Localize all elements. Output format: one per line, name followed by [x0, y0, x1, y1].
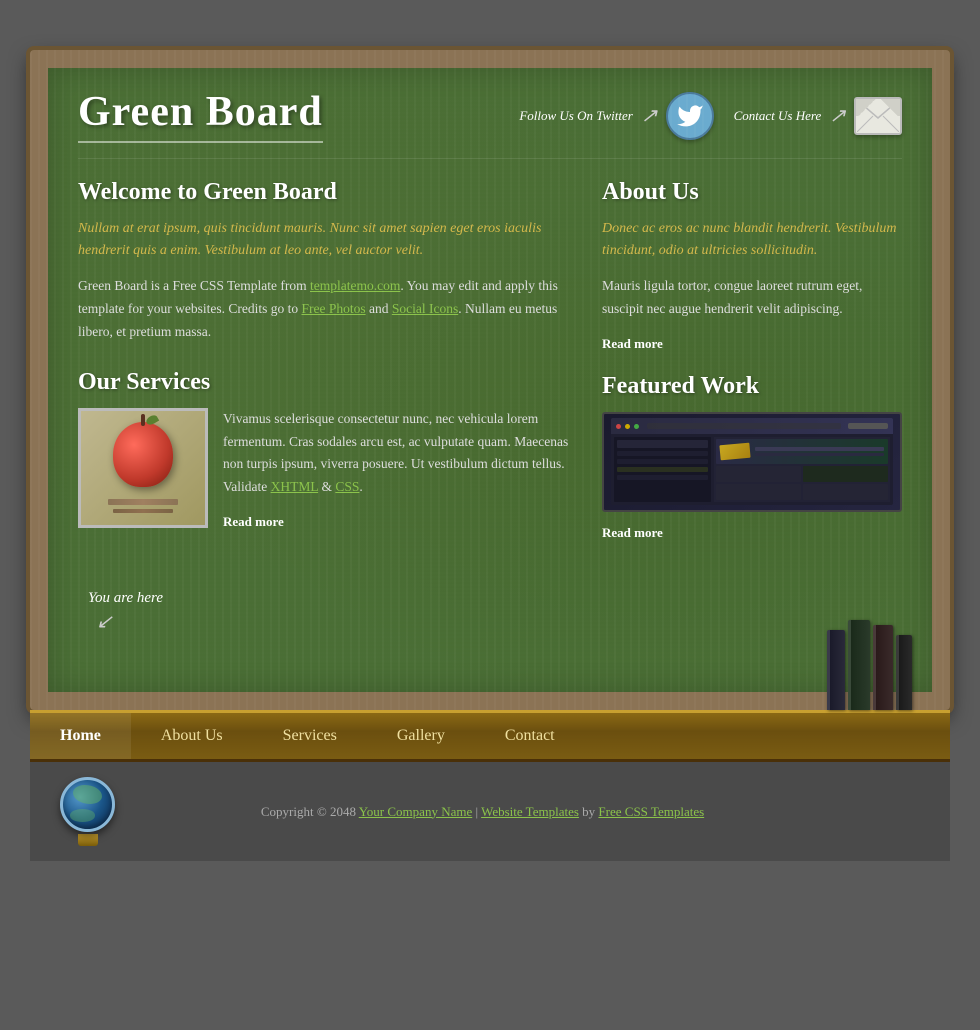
you-are-here-text: You are here: [88, 590, 163, 607]
header-icons: Follow Us On Twitter ↗ Contact Us Here ↗: [519, 92, 902, 140]
nav-link-services[interactable]: Services: [253, 713, 367, 759]
free-photos-link[interactable]: Free Photos: [301, 301, 365, 316]
navbar: Home About Us Services Gallery Contact: [30, 710, 950, 762]
free-css-link[interactable]: Free CSS Templates: [598, 804, 704, 819]
nav-link-gallery[interactable]: Gallery: [367, 713, 475, 759]
twitter-link[interactable]: Follow Us On Twitter ↗: [519, 92, 713, 140]
you-are-here-arrow-icon: ↙: [96, 609, 113, 634]
services-section: Our Services: [78, 369, 572, 532]
nav-item-home: Home: [30, 713, 131, 759]
book-3-icon: [873, 625, 893, 710]
services-content: Vivamus scelerisque consectetur nunc, ne…: [78, 408, 572, 532]
css-link[interactable]: CSS: [335, 479, 359, 494]
apple-icon: [113, 422, 173, 487]
featured-heading: Featured Work: [602, 373, 902, 400]
envelope-icon: [854, 97, 902, 135]
left-column: Welcome to Green Board Nullam at erat ip…: [78, 179, 572, 542]
books-decoration: [827, 620, 912, 710]
you-are-here-label: You are here ↙: [88, 590, 163, 634]
featured-work-section: Featured Work: [602, 373, 902, 542]
globe-stand-icon: [78, 834, 98, 846]
about-read-more[interactable]: Read more: [602, 336, 663, 352]
nav-item-about: About Us: [131, 713, 253, 759]
contact-label: Contact Us Here: [734, 108, 822, 124]
services-text-block: Vivamus scelerisque consectetur nunc, ne…: [223, 408, 572, 532]
contact-link[interactable]: Contact Us Here ↗: [734, 97, 902, 135]
twitter-bird-icon: [666, 92, 714, 140]
book-4-icon: [896, 635, 912, 710]
about-heading: About Us: [602, 179, 902, 206]
right-column: About Us Donec ac eros ac nunc blandit h…: [602, 179, 902, 542]
site-title: Green Board: [78, 88, 323, 143]
follow-twitter-label: Follow Us On Twitter: [519, 108, 633, 124]
nav-item-contact: Contact: [475, 713, 585, 759]
footer: Copyright © 2048 Your Company Name | Web…: [30, 762, 950, 861]
services-heading: Our Services: [78, 369, 572, 396]
services-body: Vivamus scelerisque consectetur nunc, ne…: [223, 408, 572, 500]
website-templates-link[interactable]: Website Templates: [481, 804, 579, 819]
company-name-link[interactable]: Your Company Name: [359, 804, 473, 819]
xhtml-link[interactable]: XHTML: [271, 479, 319, 494]
welcome-italic: Nullam at erat ipsum, quis tincidunt mau…: [78, 218, 572, 263]
nav-item-services: Services: [253, 713, 367, 759]
nav-link-home[interactable]: Home: [30, 713, 131, 759]
book-2-icon: [848, 620, 870, 710]
book-1-icon: [827, 630, 845, 710]
separator: |: [472, 804, 481, 819]
nav-list: Home About Us Services Gallery Contact: [30, 713, 950, 759]
featured-image: [602, 412, 902, 512]
by-text: by: [579, 804, 599, 819]
nav-link-about[interactable]: About Us: [131, 713, 253, 759]
main-content: Welcome to Green Board Nullam at erat ip…: [78, 179, 902, 542]
nav-link-contact[interactable]: Contact: [475, 713, 585, 759]
nav-item-gallery: Gallery: [367, 713, 475, 759]
about-italic: Donec ac eros ac nunc blandit hendrerit.…: [602, 218, 902, 263]
footer-text: Copyright © 2048 Your Company Name | Web…: [115, 804, 850, 820]
about-body: Mauris ligula tortor, congue laoreet rut…: [602, 275, 902, 321]
services-image: [78, 408, 208, 528]
services-read-more[interactable]: Read more: [223, 514, 284, 530]
welcome-text-3: and: [366, 301, 392, 316]
templatemo-link[interactable]: templatemo.com: [310, 278, 400, 293]
contact-arrow-icon: ↗: [829, 103, 846, 128]
welcome-body: Green Board is a Free CSS Template from …: [78, 275, 572, 344]
social-icons-link[interactable]: Social Icons: [392, 301, 458, 316]
copyright-text: Copyright © 2048: [261, 804, 359, 819]
globe-container: [60, 777, 115, 846]
featured-read-more[interactable]: Read more: [602, 525, 663, 541]
chalkboard: Green Board Follow Us On Twitter ↗: [30, 50, 950, 710]
globe-icon: [60, 777, 115, 832]
welcome-heading: Welcome to Green Board: [78, 179, 572, 206]
logo: Green Board: [78, 88, 323, 143]
twitter-arrow-icon: ↗: [641, 103, 658, 128]
welcome-text-1: Green Board is a Free CSS Template from: [78, 278, 310, 293]
header: Green Board Follow Us On Twitter ↗: [78, 88, 902, 159]
